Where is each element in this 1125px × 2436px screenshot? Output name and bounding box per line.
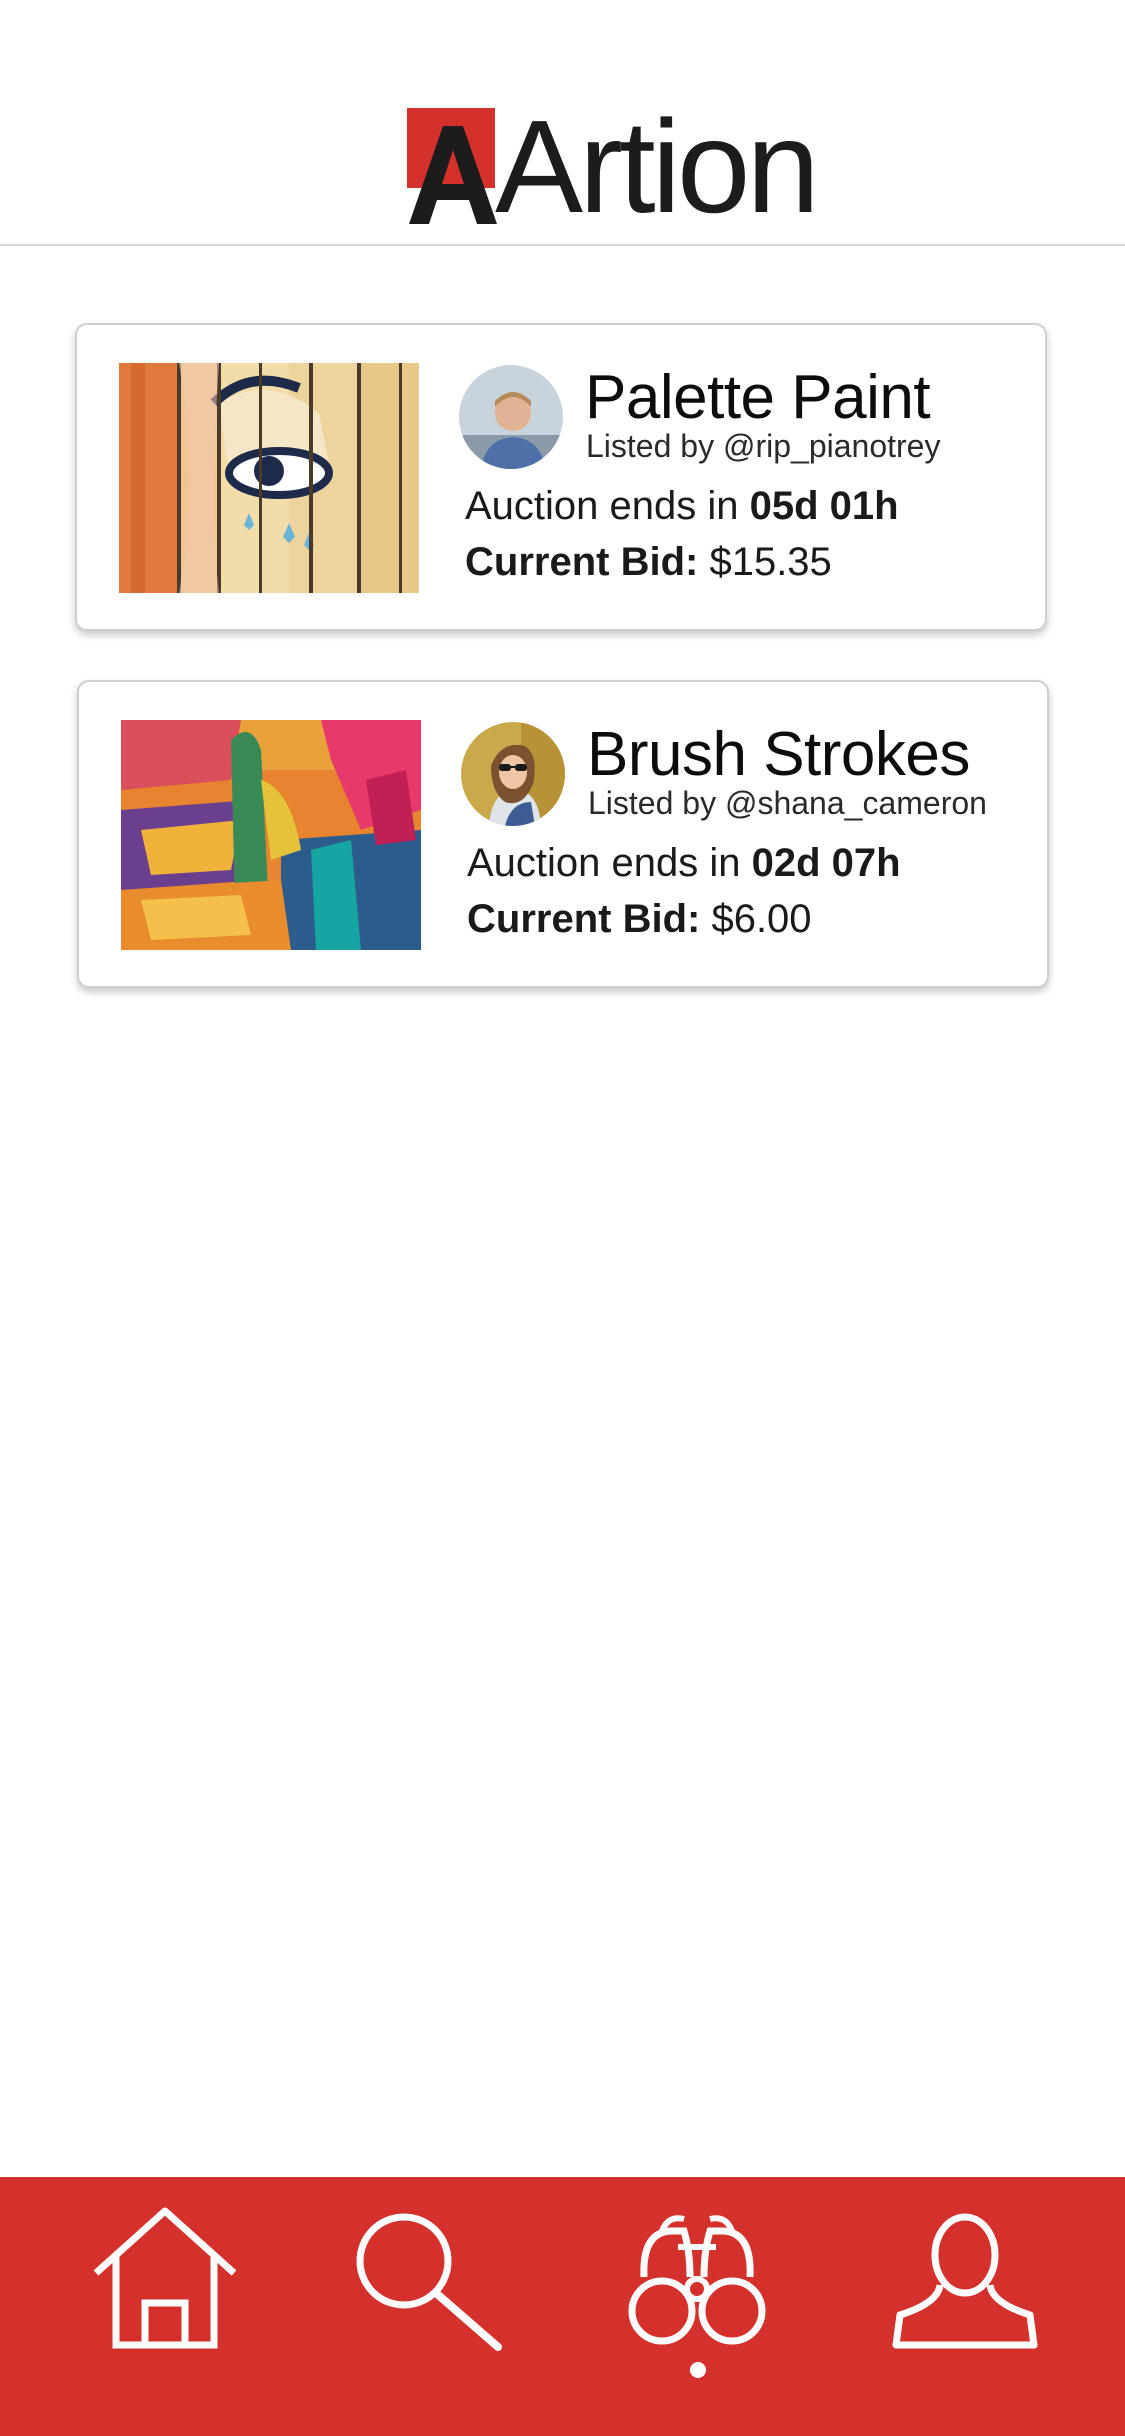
bottom-nav: [0, 2177, 1125, 2436]
listing-card[interactable]: Palette Paint Listed by @rip_pianotrey A…: [75, 323, 1047, 631]
seller-avatar[interactable]: [459, 365, 563, 469]
auction-ends: Auction ends in 02d 07h: [467, 838, 901, 888]
artion-logo[interactable]: Artion: [407, 101, 820, 233]
listing-card[interactable]: Brush Strokes Listed by @shana_cameron A…: [77, 680, 1049, 988]
listing-title[interactable]: Palette Paint: [585, 363, 931, 433]
profile-icon: [892, 2213, 1038, 2349]
listing-title[interactable]: Brush Strokes: [587, 720, 970, 790]
nav-profile-button[interactable]: [890, 2207, 1040, 2367]
binoculars-icon: [628, 2215, 766, 2345]
active-tab-indicator: [690, 2362, 706, 2378]
app-screen: Artion Palette Paint Listed by @rip_pian…: [0, 0, 1125, 2436]
current-bid: Current Bid: $6.00: [467, 894, 812, 944]
auction-remaining: 05d 01h: [749, 484, 899, 528]
avatar-photo: [461, 722, 565, 826]
current-bid-value: $6.00: [711, 897, 812, 941]
listed-by-prefix: Listed by: [588, 785, 725, 821]
auction-ends-prefix: Auction ends in: [465, 484, 750, 528]
current-bid-label: Current Bid:: [467, 897, 701, 941]
search-icon: [356, 2213, 502, 2351]
avatar-photo: [459, 365, 563, 469]
auction-ends-prefix: Auction ends in: [467, 841, 752, 885]
seller-avatar[interactable]: [461, 722, 565, 826]
logo-wordmark: Artion: [495, 93, 820, 240]
nav-explore-button[interactable]: [622, 2207, 772, 2367]
listed-by-prefix: Listed by: [586, 428, 723, 464]
artwork-thumbnail[interactable]: [119, 363, 419, 593]
auction-ends: Auction ends in 05d 01h: [465, 481, 899, 531]
artwork-thumbnail[interactable]: [121, 720, 421, 950]
nav-home-button[interactable]: [90, 2207, 240, 2367]
artwork-image: [119, 363, 419, 593]
home-icon: [93, 2207, 237, 2349]
listing-seller[interactable]: Listed by @shana_cameron: [588, 784, 987, 822]
auction-remaining: 02d 07h: [751, 841, 901, 885]
seller-handle[interactable]: @rip_pianotrey: [723, 428, 940, 464]
current-bid: Current Bid: $15.35: [465, 537, 832, 587]
current-bid-label: Current Bid:: [465, 540, 699, 584]
listing-seller[interactable]: Listed by @rip_pianotrey: [586, 427, 940, 465]
seller-handle[interactable]: @shana_cameron: [725, 785, 987, 821]
header: Artion: [0, 0, 1125, 246]
current-bid-value: $15.35: [709, 540, 832, 584]
nav-search-button[interactable]: [350, 2207, 502, 2367]
artwork-image: [121, 720, 421, 950]
